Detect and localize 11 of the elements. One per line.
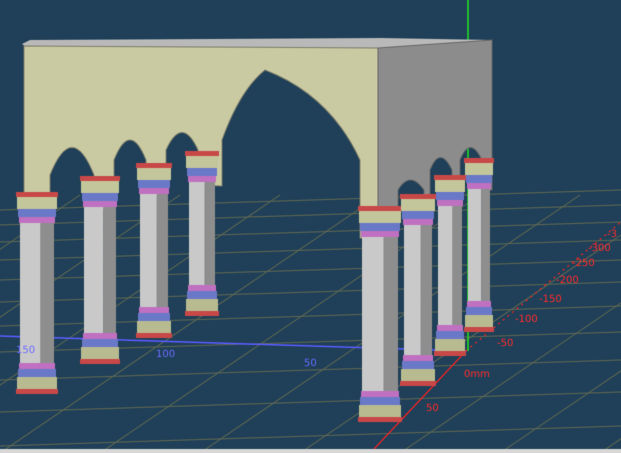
axis-label: 50 [426,403,439,414]
axis-label: -200 [556,275,579,286]
axis-label: -3 [607,229,617,240]
axis-label: -250 [572,258,595,269]
axis-label: 50 [304,358,317,369]
axis-label: 0mm [464,369,490,380]
axis-label: -100 [515,314,538,325]
axis-label: -50 [497,338,514,349]
axis-label: -300 [588,243,611,254]
axis-label: 100 [156,349,176,360]
axis-label: -150 [539,294,562,305]
